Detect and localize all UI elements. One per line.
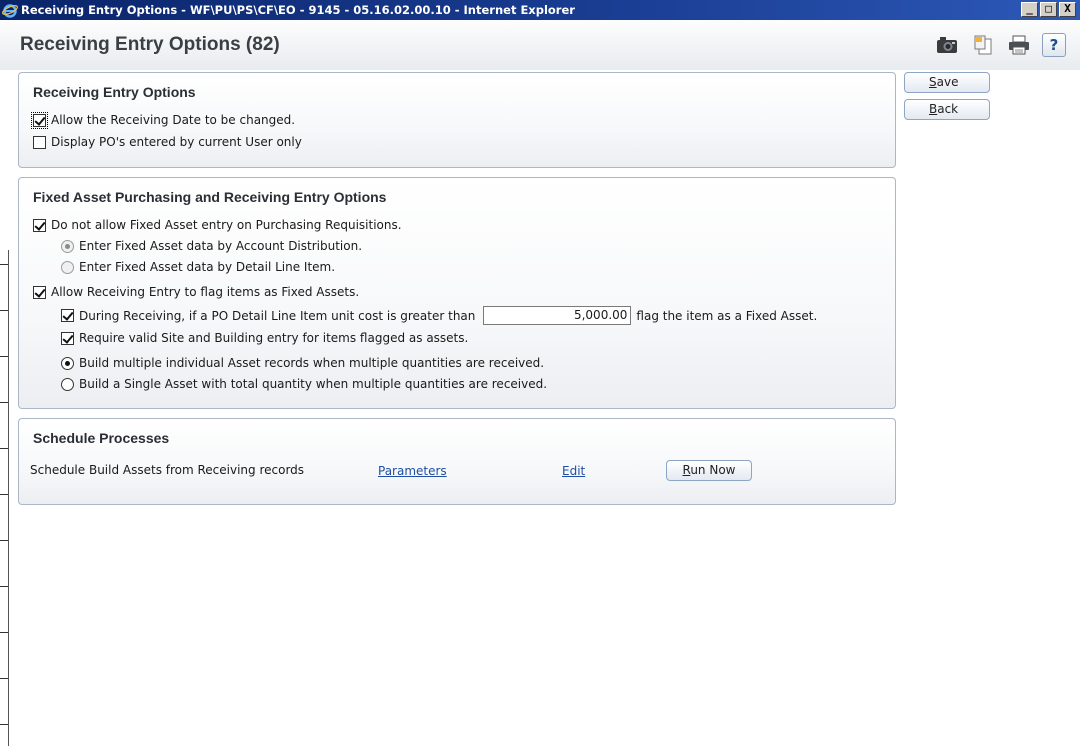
fixed-asset-panel: Fixed Asset Purchasing and Receiving Ent… — [18, 177, 896, 409]
close-button[interactable]: X — [1059, 2, 1076, 17]
save-accel: S — [929, 75, 937, 89]
threshold-prefix: During Receiving, if a PO Detail Line It… — [79, 308, 476, 323]
allow-date-change-checkbox[interactable] — [31, 111, 48, 129]
no-fa-requisitions-label: Do not allow Fixed Asset entry on Purcha… — [51, 218, 402, 232]
schedule-processes-title: Schedule Processes — [33, 430, 170, 446]
no-fa-requisitions-checkbox[interactable] — [33, 218, 46, 232]
build-single-row: Build a Single Asset with total quantity… — [61, 377, 547, 391]
edge-tick — [0, 678, 8, 679]
run-now-button[interactable]: Run Now — [666, 460, 752, 481]
allow-date-change-row: Allow the Receiving Date to be changed. — [31, 111, 296, 129]
display-own-pos-checkbox[interactable] — [33, 135, 46, 149]
camera-icon[interactable] — [934, 33, 960, 57]
edit-link[interactable]: Edit — [562, 464, 585, 478]
save-button[interactable]: Save — [904, 72, 990, 93]
edge-tick — [0, 356, 8, 357]
display-own-pos-row: Display PO's entered by current User onl… — [33, 135, 302, 149]
receiving-options-panel: Receiving Entry Options Allow the Receiv… — [18, 72, 896, 168]
threshold-checkbox[interactable] — [61, 309, 74, 322]
require-site-row: Require valid Site and Building entry fo… — [61, 331, 468, 345]
threshold-amount-input[interactable]: 5,000.00 — [483, 306, 632, 325]
parameters-link[interactable]: Parameters — [378, 464, 447, 478]
edge-tick — [0, 632, 8, 633]
window-titlebar: Receiving Entry Options - WF\PU\PS\CF\EO… — [0, 0, 1080, 20]
edge-tick — [0, 310, 8, 311]
by-detail-line-radio[interactable] — [61, 260, 74, 274]
edge-tick — [0, 402, 8, 403]
edge-tick — [0, 264, 8, 265]
display-own-pos-label: Display PO's entered by current User onl… — [51, 135, 302, 149]
fixed-asset-title: Fixed Asset Purchasing and Receiving Ent… — [33, 189, 387, 205]
schedule-processes-panel: Schedule Processes Schedule Build Assets… — [18, 418, 896, 505]
by-detail-line-row: Enter Fixed Asset data by Detail Line It… — [61, 260, 335, 274]
save-label: ave — [936, 75, 959, 89]
receiving-options-title: Receiving Entry Options — [33, 84, 196, 100]
run-now-label: un Now — [690, 463, 736, 477]
edge-tick — [0, 724, 8, 725]
build-multiple-label: Build multiple individual Asset records … — [79, 356, 545, 370]
require-site-checkbox[interactable] — [61, 331, 74, 345]
edge-tick — [0, 448, 8, 449]
allow-flag-label: Allow Receiving Entry to flag items as F… — [51, 285, 360, 299]
build-single-radio[interactable] — [61, 377, 74, 391]
build-multiple-row: Build multiple individual Asset records … — [61, 356, 544, 370]
by-account-distribution-radio[interactable] — [61, 239, 74, 253]
by-account-distribution-row: Enter Fixed Asset data by Account Distri… — [61, 239, 362, 253]
help-icon[interactable]: ? — [1042, 33, 1066, 57]
back-accel: B — [929, 102, 938, 116]
schedule-process-label: Schedule Build Assets from Receiving rec… — [30, 463, 305, 477]
edge-tick — [0, 586, 8, 587]
build-multiple-radio[interactable] — [61, 356, 74, 370]
window-controls: _ □ X — [1021, 2, 1076, 17]
page-header: Receiving Entry Options (82) ? — [0, 20, 1080, 70]
edge-line — [8, 250, 9, 746]
require-site-label: Require valid Site and Building entry fo… — [79, 331, 469, 345]
document-icon[interactable] — [970, 33, 996, 57]
by-account-distribution-label: Enter Fixed Asset data by Account Distri… — [79, 239, 363, 253]
back-label: ack — [937, 102, 959, 116]
no-fa-requisitions-row: Do not allow Fixed Asset entry on Purcha… — [33, 218, 402, 232]
print-icon[interactable] — [1006, 33, 1032, 57]
edge-tick — [0, 540, 8, 541]
toolbar-icons: ? — [934, 33, 1066, 57]
threshold-suffix: flag the item as a Fixed Asset. — [636, 308, 818, 323]
page-title: Receiving Entry Options (82) — [20, 34, 280, 55]
allow-flag-checkbox[interactable] — [33, 285, 46, 299]
threshold-row: During Receiving, if a PO Detail Line It… — [61, 306, 817, 325]
internet-explorer-icon — [2, 2, 18, 18]
back-button[interactable]: Back — [904, 99, 990, 120]
allow-date-change-label: Allow the Receiving Date to be changed. — [51, 113, 296, 127]
build-single-label: Build a Single Asset with total quantity… — [79, 377, 548, 391]
maximize-button[interactable]: □ — [1040, 2, 1057, 17]
edge-tick — [0, 494, 8, 495]
minimize-button[interactable]: _ — [1021, 2, 1038, 17]
allow-flag-row: Allow Receiving Entry to flag items as F… — [33, 285, 359, 299]
window-title: Receiving Entry Options - WF\PU\PS\CF\EO… — [21, 3, 575, 17]
by-detail-line-label: Enter Fixed Asset data by Detail Line It… — [79, 260, 336, 274]
